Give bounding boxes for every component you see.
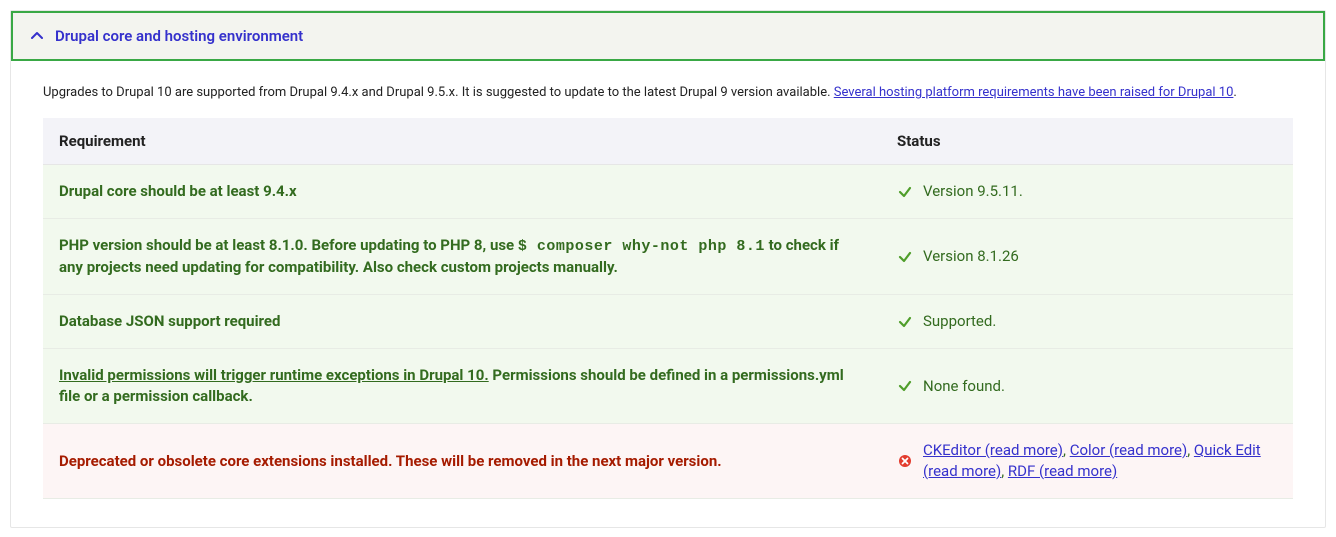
requirement-cell: Invalid permissions will trigger runtime…: [43, 349, 881, 424]
intro-text-after-link: .: [1233, 85, 1236, 100]
intro-text-before-link: Upgrades to Drupal 10 are supported from…: [43, 85, 834, 100]
table-row: Invalid permissions will trigger runtime…: [43, 349, 1293, 424]
panel-header[interactable]: Drupal core and hosting environment: [11, 11, 1325, 61]
check-icon: [897, 378, 913, 394]
status-cell: None found.: [881, 349, 1293, 424]
requirement-cell: Deprecated or obsolete core extensions i…: [43, 424, 881, 499]
requirement-cell: PHP version should be at least 8.1.0. Be…: [43, 219, 881, 295]
check-icon: [897, 314, 913, 330]
col-header-requirement: Requirement: [43, 118, 881, 165]
table-row: Drupal core should be at least 9.4.x Ver…: [43, 165, 1293, 219]
check-icon: [897, 184, 913, 200]
status-link[interactable]: CKEditor (read more): [923, 441, 1063, 459]
error-icon: [897, 453, 913, 469]
status-link[interactable]: RDF (read more): [1008, 462, 1117, 480]
requirement-link[interactable]: Invalid permissions will trigger runtime…: [59, 366, 489, 384]
status-text: None found.: [923, 376, 1005, 397]
intro-link[interactable]: Several hosting platform requirements ha…: [834, 85, 1234, 100]
status-link[interactable]: Color (read more): [1070, 441, 1188, 459]
requirement-cell: Drupal core should be at least 9.4.x: [43, 165, 881, 219]
panel-title: Drupal core and hosting environment: [55, 27, 303, 45]
table-row: PHP version should be at least 8.1.0. Be…: [43, 219, 1293, 295]
check-icon: [897, 249, 913, 265]
col-header-status: Status: [881, 118, 1293, 165]
requirements-table: Requirement Status Drupal core should be…: [43, 118, 1293, 499]
status-cell: CKEditor (read more), Color (read more),…: [881, 424, 1293, 499]
intro-text: Upgrades to Drupal 10 are supported from…: [43, 85, 1293, 100]
table-row: Deprecated or obsolete core extensions i…: [43, 424, 1293, 499]
panel-body: Upgrades to Drupal 10 are supported from…: [11, 61, 1325, 527]
requirement-cell: Database JSON support required: [43, 295, 881, 349]
requirement-text: Deprecated or obsolete core extensions i…: [59, 452, 722, 470]
requirement-text: PHP version should be at least 8.1.0. Be…: [59, 236, 518, 254]
status-cell: Version 9.5.11.: [881, 165, 1293, 219]
requirement-text: Drupal core should be at least 9.4.x: [59, 182, 297, 200]
table-row: Database JSON support required Supported…: [43, 295, 1293, 349]
requirement-text: Database JSON support required: [59, 312, 280, 330]
chevron-up-icon: [29, 28, 45, 44]
requirement-code: $ composer why-not php 8.1: [518, 238, 765, 255]
status-cell: Supported.: [881, 295, 1293, 349]
status-text: Version 9.5.11.: [923, 181, 1023, 202]
status-text: CKEditor (read more), Color (read more),…: [923, 440, 1277, 482]
status-cell: Version 8.1.26: [881, 219, 1293, 295]
status-text: Supported.: [923, 311, 996, 332]
upgrade-panel: Drupal core and hosting environment Upgr…: [10, 10, 1326, 528]
status-text: Version 8.1.26: [923, 246, 1019, 267]
